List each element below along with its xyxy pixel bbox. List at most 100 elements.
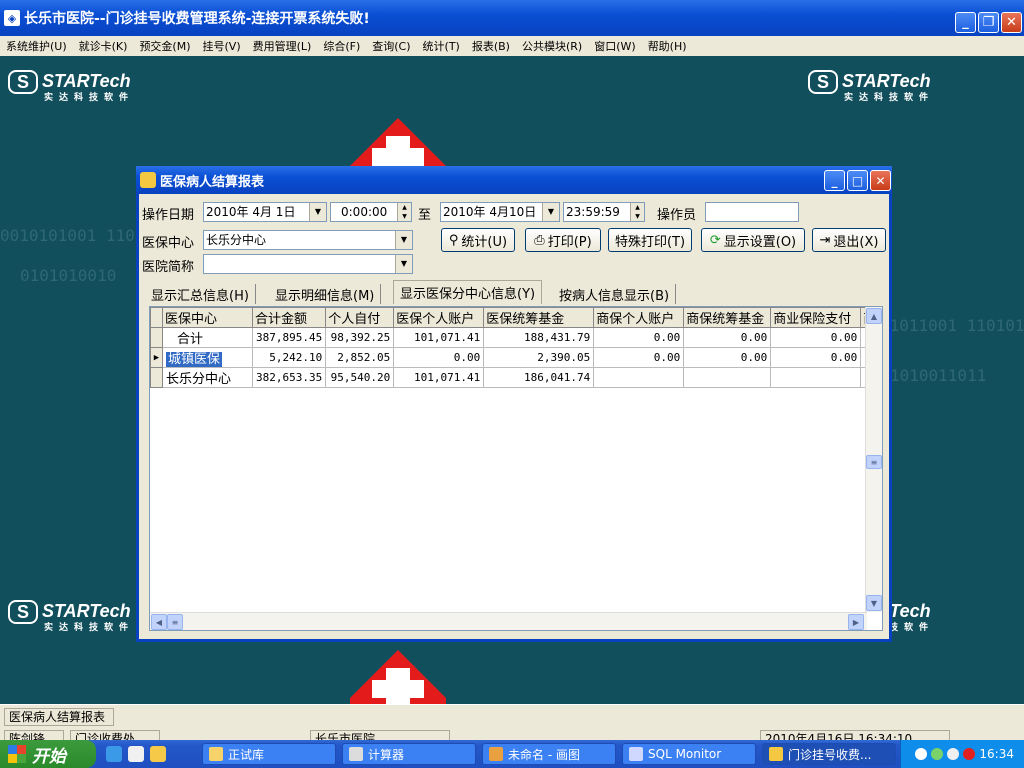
tab-center-info[interactable]: 显示医保分中心信息(Y) xyxy=(393,280,543,304)
table-cell[interactable]: 0.00 xyxy=(683,327,772,348)
display-settings-button[interactable]: ⟳ 显示设置(O) xyxy=(701,228,805,252)
column-header[interactable]: 商保个人账户 xyxy=(593,307,685,328)
restore-button[interactable]: ❐ xyxy=(978,12,999,33)
special-print-button[interactable]: 特殊打印(T) xyxy=(608,228,692,252)
menu-window[interactable]: 窗口(W) xyxy=(588,38,641,54)
table-cell[interactable]: 城镇医保 xyxy=(162,347,253,368)
chevron-down-icon[interactable]: ▼ xyxy=(395,255,412,273)
column-header[interactable]: 合计金额 xyxy=(251,307,327,328)
table-cell[interactable]: 98,392.25 xyxy=(325,327,395,348)
table-cell[interactable]: 0.00 xyxy=(593,347,685,368)
date-from-picker[interactable]: 2010年 4月 1日 ▼ xyxy=(203,202,327,222)
operator-input[interactable] xyxy=(705,202,799,222)
tab-detail[interactable]: 显示明细信息(M) xyxy=(269,284,382,304)
data-grid[interactable]: 医保中心 合计金额 个人自付 医保个人账户 医保统筹基金 商保个人账户 商保统筹… xyxy=(149,306,883,631)
chevron-down-icon[interactable]: ▼ xyxy=(309,203,326,221)
table-cell[interactable]: 0.00 xyxy=(770,327,862,348)
chevron-down-icon[interactable]: ▼ xyxy=(542,203,559,221)
table-cell[interactable]: 0.00 xyxy=(683,347,772,368)
scroll-down-icon[interactable]: ▼ xyxy=(866,595,882,611)
menu-help[interactable]: 帮助(H) xyxy=(642,38,693,54)
table-cell[interactable]: 长乐分中心 xyxy=(162,367,253,388)
menu-fees[interactable]: 费用管理(L) xyxy=(247,38,318,54)
horizontal-scrollbar[interactable]: ◀ ≡ ▶ xyxy=(150,612,867,630)
table-cell[interactable]: 5,242.10 xyxy=(251,347,327,368)
task-paint[interactable]: 未命名 - 画图 xyxy=(482,743,616,765)
tab-summary[interactable]: 显示汇总信息(H) xyxy=(145,284,256,304)
time-from-field[interactable]: 0:00:00 ▲ ▼ xyxy=(330,202,412,222)
hospital-select[interactable]: ▼ xyxy=(203,254,413,274)
table-cell[interactable]: 382,653.35 xyxy=(251,367,327,388)
table-cell[interactable] xyxy=(683,367,772,388)
scroll-right-icon[interactable]: ▶ xyxy=(848,614,864,630)
tray-arrow-icon[interactable] xyxy=(915,748,928,760)
dialog-minimize-button[interactable]: _ xyxy=(824,170,845,191)
table-row[interactable]: 合计 387,895.45 98,392.25 101,071.41 188,4… xyxy=(150,327,880,348)
table-cell[interactable]: 0.00 xyxy=(393,347,485,368)
time-to-field[interactable]: 23:59:59 ▲ ▼ xyxy=(563,202,645,222)
brand-logo: SSTARTech实达科技软件 xyxy=(808,70,934,103)
table-cell[interactable]: 95,540.20 xyxy=(325,367,395,388)
table-cell[interactable]: 101,071.41 xyxy=(393,367,485,388)
row-indicator-arrow-icon: ▶ xyxy=(150,347,163,368)
column-header[interactable]: 商保统筹基金 xyxy=(683,307,772,328)
table-cell[interactable]: 0.00 xyxy=(770,347,862,368)
column-header[interactable]: 医保统筹基金 xyxy=(483,307,595,328)
close-button[interactable]: ✕ xyxy=(1001,12,1022,33)
tab-by-patient[interactable]: 按病人信息显示(B) xyxy=(553,284,677,304)
table-cell[interactable] xyxy=(770,367,862,388)
scroll-thumb[interactable]: ≡ xyxy=(167,614,183,630)
table-row[interactable]: 长乐分中心 382,653.35 95,540.20 101,071.41 18… xyxy=(150,367,880,388)
ie-icon[interactable] xyxy=(106,746,122,762)
menu-system[interactable]: 系统维护(U) xyxy=(0,38,73,54)
print-button[interactable]: ⎙ 打印(P) xyxy=(525,228,601,252)
table-cell[interactable]: 186,041.74 xyxy=(483,367,595,388)
table-cell[interactable]: 0.00 xyxy=(593,327,685,348)
menu-public[interactable]: 公共模块(R) xyxy=(516,38,588,54)
menu-register[interactable]: 挂号(V) xyxy=(197,38,247,54)
quicklaunch-icon[interactable] xyxy=(150,746,166,762)
center-select[interactable]: 长乐分中心 ▼ xyxy=(203,230,413,250)
column-header[interactable]: 个人自付 xyxy=(325,307,395,328)
table-cell[interactable]: 合计 xyxy=(162,327,253,348)
scroll-left-icon[interactable]: ◀ xyxy=(151,614,167,630)
table-cell[interactable] xyxy=(593,367,685,388)
spin-icon[interactable]: ▲ ▼ xyxy=(630,203,644,221)
menu-query[interactable]: 查询(C) xyxy=(366,38,416,54)
table-cell[interactable]: 2,852.05 xyxy=(325,347,395,368)
network-icon[interactable] xyxy=(931,748,944,760)
table-row-selected[interactable]: ▶ 城镇医保 5,242.10 2,852.05 0.00 2,390.05 0… xyxy=(150,347,880,368)
table-cell[interactable]: 188,431.79 xyxy=(483,327,595,348)
column-header[interactable]: 医保个人账户 xyxy=(393,307,485,328)
menu-general[interactable]: 综合(F) xyxy=(317,38,366,54)
chevron-down-icon[interactable]: ▼ xyxy=(395,231,412,249)
stop-icon[interactable] xyxy=(963,748,976,760)
dialog-maximize-button[interactable]: □ xyxy=(847,170,868,191)
stat-button[interactable]: ⚲ 统计(U) xyxy=(441,228,515,252)
scroll-up-icon[interactable]: ▲ xyxy=(866,308,882,324)
dialog-close-button[interactable]: ✕ xyxy=(870,170,891,191)
table-cell[interactable]: 101,071.41 xyxy=(393,327,485,348)
vertical-scrollbar[interactable]: ▲ ≡ ▼ xyxy=(865,307,882,612)
date-to-picker[interactable]: 2010年 4月10日 ▼ xyxy=(440,202,560,222)
column-header[interactable]: 商业保险支付 xyxy=(770,307,862,328)
volume-icon[interactable] xyxy=(947,748,960,760)
menu-deposit[interactable]: 预交金(M) xyxy=(133,38,196,54)
menu-statistics[interactable]: 统计(T) xyxy=(417,38,466,54)
task-sql-monitor[interactable]: SQL Monitor xyxy=(622,743,756,765)
minimize-button[interactable]: _ xyxy=(955,12,976,33)
explorer-icon[interactable] xyxy=(128,746,144,762)
exit-button[interactable]: ⇥ 退出(X) xyxy=(812,228,886,252)
task-his-app[interactable]: 门诊挂号收费... xyxy=(762,743,896,765)
menu-reports[interactable]: 报表(B) xyxy=(466,38,516,54)
table-cell[interactable]: 387,895.45 xyxy=(251,327,327,348)
task-calculator[interactable]: 计算器 xyxy=(342,743,476,765)
scroll-thumb[interactable]: ≡ xyxy=(866,455,882,469)
system-tray: 16:34 xyxy=(900,740,1024,768)
table-cell[interactable]: 2,390.05 xyxy=(483,347,595,368)
start-button[interactable]: 开始 xyxy=(0,740,96,768)
menu-card[interactable]: 就诊卡(K) xyxy=(73,38,134,54)
task-folder[interactable]: 正试库 xyxy=(202,743,336,765)
spin-icon[interactable]: ▲ ▼ xyxy=(397,203,411,221)
column-header[interactable]: 医保中心 xyxy=(162,307,253,328)
